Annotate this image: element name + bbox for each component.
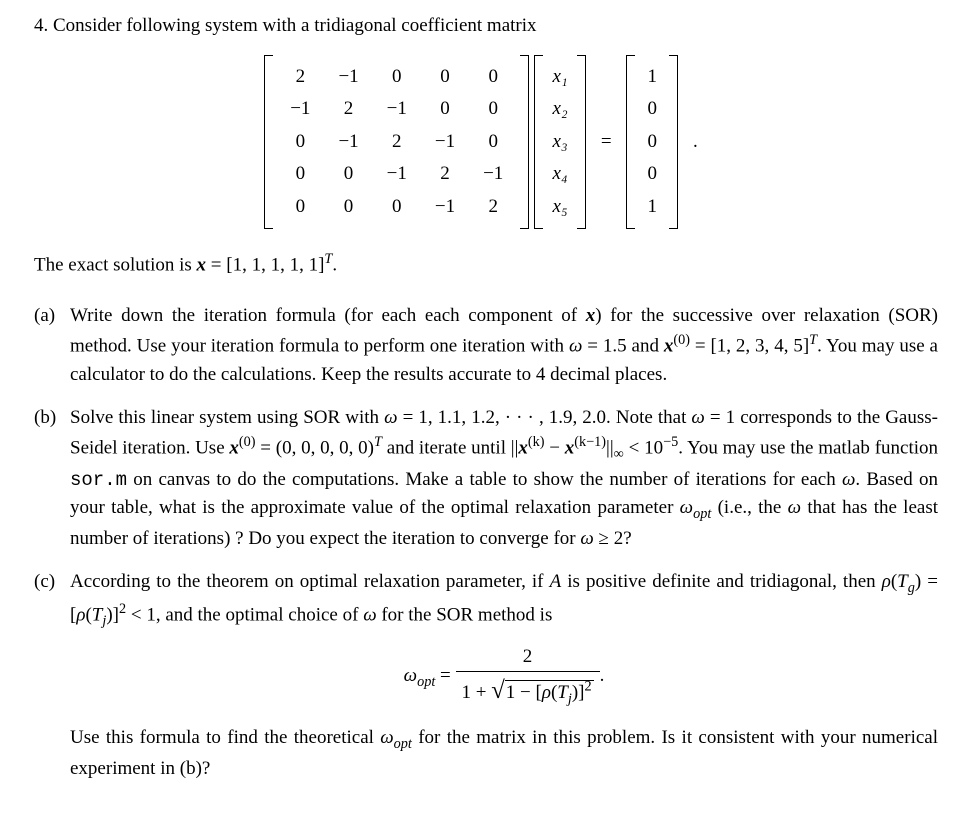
vector-x: x₁ x₂ x₃ x₄ x₅ — [534, 55, 586, 230]
part-c-label: (c) — [34, 568, 70, 597]
problem-intro: 4. Consider following system with a trid… — [34, 12, 938, 41]
exact-solution: The exact solution is x = [1, 1, 1, 1, 1… — [34, 249, 938, 280]
trailing-period: . — [693, 128, 698, 157]
problem-number: 4. — [34, 15, 48, 36]
equals-sign: = — [601, 128, 612, 157]
part-a: (a)Write down the iteration formula (for… — [70, 302, 938, 390]
part-b-label: (b) — [34, 404, 70, 433]
part-c: (c)According to the theorem on optimal r… — [70, 568, 938, 784]
matrix-a: 2−1000 −12−100 0−12−10 00−12−1 000−12 — [264, 55, 529, 230]
part-b: (b)Solve this linear system using SOR wi… — [70, 404, 938, 554]
intro-text: Consider following system with a tridiag… — [53, 15, 537, 36]
vector-b: 1 0 0 0 1 — [626, 55, 678, 230]
sqrt-icon: √1 − [ρ(Tj)]2 — [491, 672, 593, 710]
omega-opt-formula: ωopt = 21 + √1 − [ρ(Tj)]2. — [70, 643, 938, 711]
matrix-equation: 2−1000 −12−100 0−12−10 00−12−1 000−12 x₁… — [34, 55, 938, 230]
part-a-label: (a) — [34, 302, 70, 331]
fraction: 21 + √1 − [ρ(Tj)]2 — [456, 643, 600, 711]
